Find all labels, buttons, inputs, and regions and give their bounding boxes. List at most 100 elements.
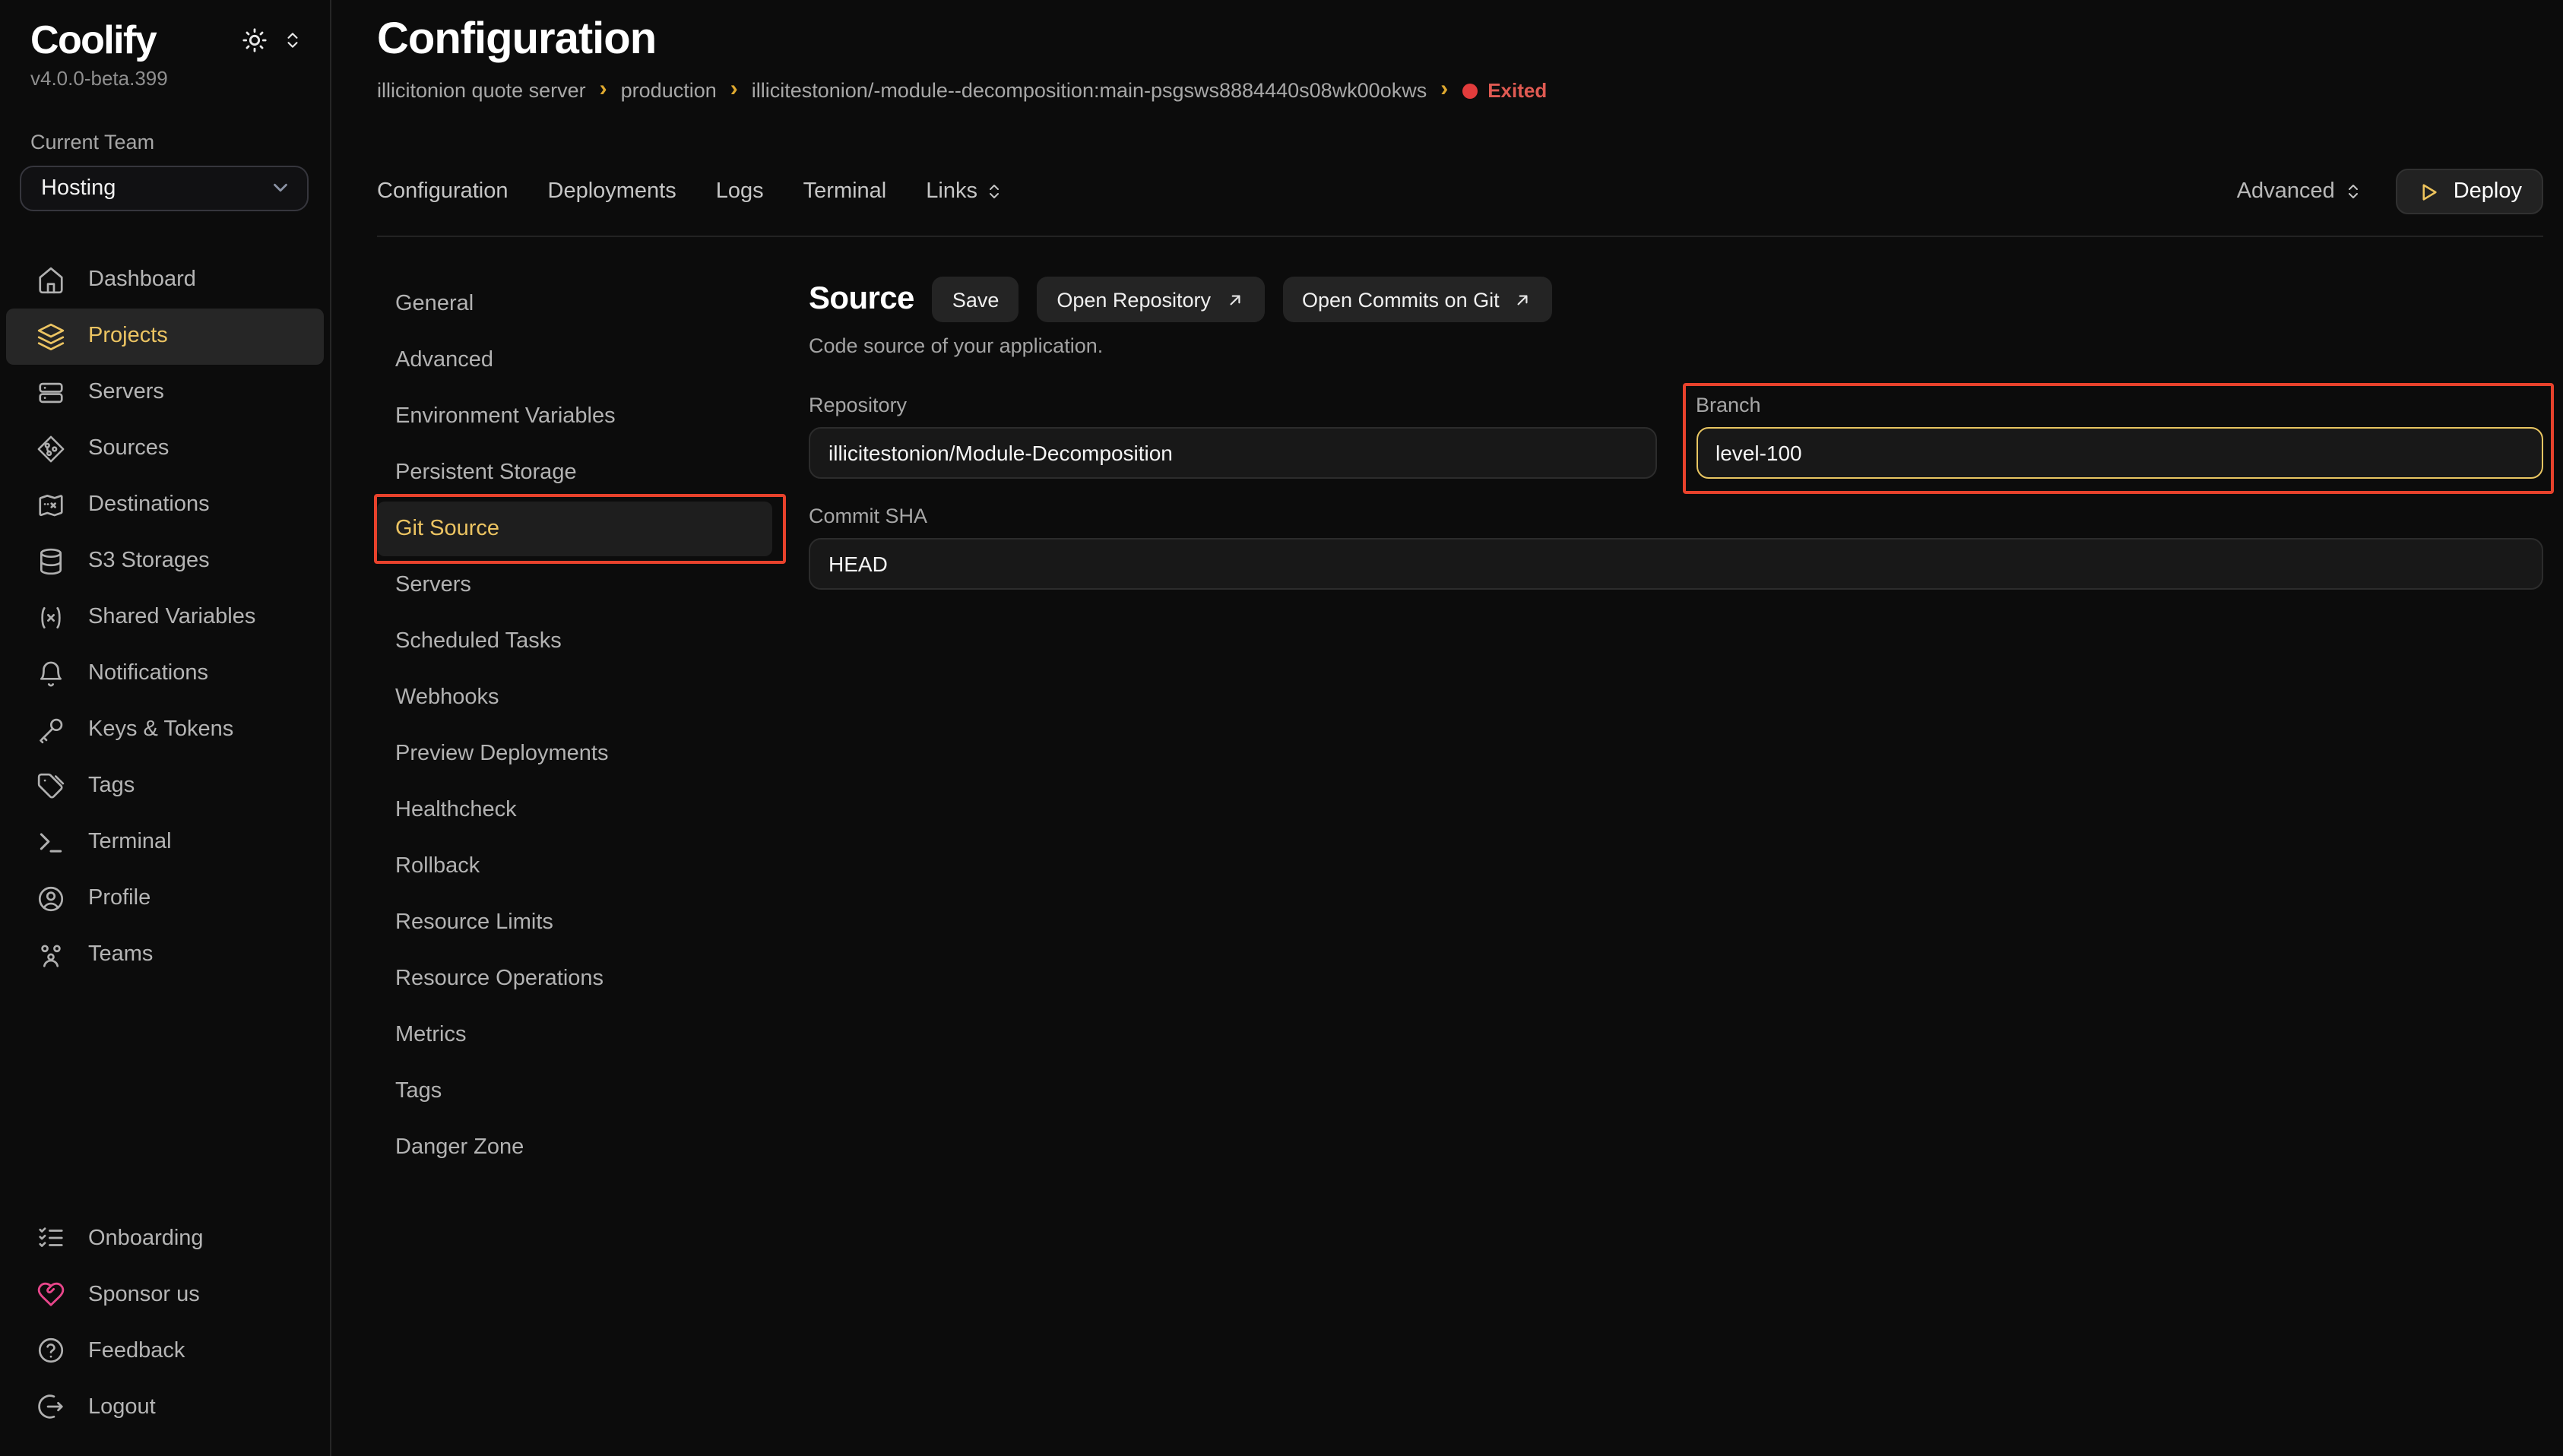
chevrons-up-down-icon [985, 182, 1003, 201]
bell-icon [36, 659, 65, 688]
variable-icon [36, 603, 65, 631]
source-heading: Source [809, 281, 914, 318]
status-badge: Exited [1462, 79, 1547, 102]
external-link-icon [1224, 290, 1244, 309]
sidebar-item-notifications[interactable]: Notifications [6, 645, 324, 701]
database-icon [36, 546, 65, 575]
subnav-tags[interactable]: Tags [377, 1064, 772, 1119]
checklist-icon [36, 1223, 65, 1252]
sidebar: Coolify v4.0.0-beta.399 Current Team Hos… [0, 0, 331, 1456]
commit-sha-label: Commit SHA [809, 505, 2543, 527]
heart-handshake-icon [36, 1280, 65, 1309]
sidebar-item-s3-storages[interactable]: S3 Storages [6, 533, 324, 589]
repository-field: Repository [809, 394, 1656, 479]
user-circle-icon [36, 884, 65, 913]
tab-bar: Configuration Deployments Logs Terminal … [377, 169, 2543, 237]
sidebar-item-tags[interactable]: Tags [6, 758, 324, 814]
app-logo: Coolify [30, 18, 156, 62]
sidebar-item-onboarding[interactable]: Onboarding [6, 1210, 324, 1266]
sidebar-item-teams[interactable]: Teams [6, 926, 324, 983]
tab-terminal[interactable]: Terminal [803, 179, 887, 204]
sidebar-item-sponsor-us[interactable]: Sponsor us [6, 1266, 324, 1322]
subnav-resource-operations[interactable]: Resource Operations [377, 951, 772, 1006]
open-repository-button[interactable]: Open Repository [1037, 277, 1264, 322]
chevron-right-icon: › [600, 78, 607, 100]
breadcrumb-resource[interactable]: illicitestonion/-module--decomposition:m… [752, 79, 1427, 102]
subnav-general[interactable]: General [377, 277, 772, 331]
play-icon [2417, 180, 2440, 203]
sidebar-item-sources[interactable]: Sources [6, 420, 324, 476]
sidebar-item-projects[interactable]: Projects [6, 308, 324, 364]
sidebar-footer-nav: Onboarding Sponsor us Feedback Logout [0, 1210, 330, 1435]
coolify-app: Coolify v4.0.0-beta.399 Current Team Hos… [0, 0, 2563, 1456]
terminal-icon [36, 828, 65, 856]
subnav-rollback[interactable]: Rollback [377, 839, 772, 894]
tab-links[interactable]: Links [926, 179, 1003, 204]
deploy-button[interactable]: Deploy [2396, 169, 2543, 214]
logout-icon [36, 1392, 65, 1421]
breadcrumb-environment[interactable]: production [621, 79, 717, 102]
key-icon [36, 715, 65, 744]
sidebar-item-destinations[interactable]: Destinations [6, 476, 324, 533]
subnav-healthcheck[interactable]: Healthcheck [377, 783, 772, 837]
subnav-advanced[interactable]: Advanced [377, 333, 772, 388]
sidebar-item-keys-tokens[interactable]: Keys & Tokens [6, 701, 324, 758]
repository-input[interactable] [809, 427, 1656, 479]
chevron-right-icon: › [1440, 78, 1448, 100]
status-dot-icon [1462, 83, 1477, 98]
sidebar-item-feedback[interactable]: Feedback [6, 1322, 324, 1378]
repository-label: Repository [809, 394, 1656, 416]
sidebar-nav: Dashboard Projects Servers Sources Desti… [0, 252, 330, 983]
external-link-icon [1513, 290, 1533, 309]
subnav-git-source[interactable]: Git Source [377, 502, 772, 556]
sidebar-item-logout[interactable]: Logout [6, 1378, 324, 1435]
open-commits-button[interactable]: Open Commits on Git [1282, 277, 1553, 322]
layers-icon [36, 321, 65, 350]
help-circle-icon [36, 1336, 65, 1365]
app-version: v4.0.0-beta.399 [0, 62, 330, 89]
tab-logs[interactable]: Logs [716, 179, 764, 204]
branch-input[interactable] [1696, 427, 2543, 479]
branch-field: Branch [1696, 394, 2543, 479]
subnav-danger-zone[interactable]: Danger Zone [377, 1120, 772, 1175]
sidebar-item-profile[interactable]: Profile [6, 870, 324, 926]
chevrons-up-down-icon [2344, 182, 2362, 201]
page-title: Configuration [377, 15, 2543, 65]
chevron-down-icon [269, 176, 292, 199]
subnav-scheduled-tasks[interactable]: Scheduled Tasks [377, 614, 772, 669]
subnav-resource-limits[interactable]: Resource Limits [377, 895, 772, 950]
advanced-dropdown[interactable]: Advanced [2237, 179, 2362, 204]
team-select-value: Hosting [41, 176, 116, 200]
source-subtitle: Code source of your application. [809, 334, 2543, 357]
tab-deployments[interactable]: Deployments [548, 179, 676, 204]
home-icon [36, 265, 65, 294]
tag-icon [36, 771, 65, 800]
status-text: Exited [1487, 79, 1547, 102]
breadcrumb-project[interactable]: illicitonion quote server [377, 79, 586, 102]
sidebar-item-terminal[interactable]: Terminal [6, 814, 324, 870]
subnav-metrics[interactable]: Metrics [377, 1008, 772, 1062]
commit-sha-input[interactable] [809, 538, 2543, 590]
team-select[interactable]: Hosting [20, 165, 309, 210]
users-icon [36, 940, 65, 969]
subnav-preview-deployments[interactable]: Preview Deployments [377, 726, 772, 781]
subnav-servers[interactable]: Servers [377, 558, 772, 612]
subnav-persistent-storage[interactable]: Persistent Storage [377, 445, 772, 500]
commit-sha-field: Commit SHA [809, 505, 2543, 590]
settings-subnav: General Advanced Environment Variables P… [377, 277, 772, 1175]
sidebar-item-shared-variables[interactable]: Shared Variables [6, 589, 324, 645]
sidebar-item-dashboard[interactable]: Dashboard [6, 252, 324, 308]
branch-label: Branch [1696, 394, 2543, 416]
source-section: Source Save Open Repository Open Commits… [809, 277, 2543, 1175]
server-icon [36, 378, 65, 407]
sidebar-item-servers[interactable]: Servers [6, 364, 324, 420]
theme-sun-icon[interactable] [242, 27, 268, 53]
tab-configuration[interactable]: Configuration [377, 179, 508, 204]
theme-chevrons-up-down-icon[interactable] [283, 30, 303, 50]
breadcrumb: illicitonion quote server › production ›… [377, 79, 2543, 102]
git-source-icon [36, 434, 65, 463]
subnav-environment-variables[interactable]: Environment Variables [377, 389, 772, 444]
subnav-webhooks[interactable]: Webhooks [377, 670, 772, 725]
save-button[interactable]: Save [933, 277, 1019, 322]
map-icon [36, 490, 65, 519]
